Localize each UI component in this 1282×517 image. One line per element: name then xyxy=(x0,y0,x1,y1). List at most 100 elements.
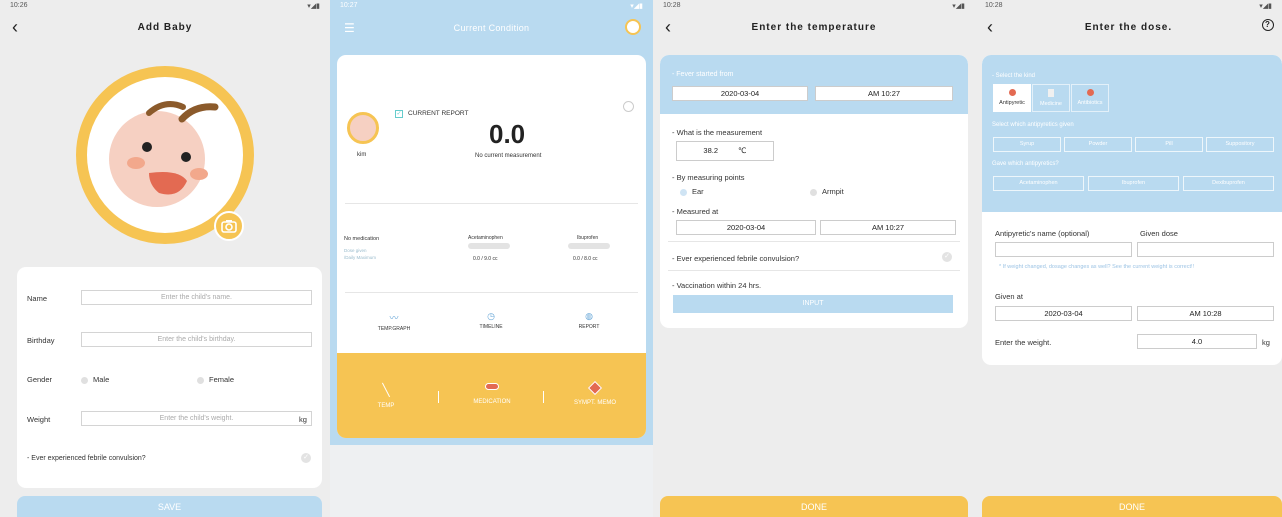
status-bar: 10:28 ▾◢▮ xyxy=(653,0,975,13)
baby-name: kim xyxy=(357,152,367,158)
kind-antipyretic-label: Antipyretic xyxy=(999,100,1025,106)
temperature-input[interactable]: 38.2 ℃ xyxy=(676,141,774,161)
page-title: Enter the temperature xyxy=(751,22,877,33)
given-dose-input[interactable] xyxy=(1137,242,1274,257)
form-powder-button[interactable]: Powder xyxy=(1064,137,1132,152)
antibiotics-icon xyxy=(1086,89,1094,96)
action-divider xyxy=(438,391,439,403)
dose-screen: 10:28 ▾◢▮ ‹ Enter the dose. ? - Select t… xyxy=(975,0,1282,517)
back-arrow-icon[interactable]: ‹ xyxy=(987,17,994,38)
kind-antibiotics-button[interactable]: Antibiotics xyxy=(1071,84,1109,112)
condition-card: kim ✓ CURRENT REPORT 0.0 No current meas… xyxy=(337,55,646,438)
status-time: 10:26 xyxy=(10,2,28,9)
point-ear-option[interactable]: Ear xyxy=(680,187,704,196)
action-temp[interactable]: ╲ TEMP xyxy=(361,383,411,409)
drug-acetaminophen-button[interactable]: Acetaminophen xyxy=(993,176,1084,191)
temperature-screen: 10:28 ▾◢▮ ‹ Enter the temperature - Feve… xyxy=(653,0,975,517)
kind-medicine-button[interactable]: Medicine xyxy=(1032,84,1070,112)
kind-antipyretic-button[interactable]: Antipyretic xyxy=(993,84,1031,112)
nav-report-label: REPORT xyxy=(578,324,600,330)
fever-started-label: - Fever started from xyxy=(672,71,734,78)
save-button[interactable]: SAVE xyxy=(17,496,322,517)
measurement-label: - What is the measurement xyxy=(672,128,763,137)
name-input[interactable]: Enter the child's name. xyxy=(81,290,312,305)
kind-antibiotics-label: Antibiotics xyxy=(1077,100,1103,106)
given-time-field[interactable]: AM 10:28 xyxy=(1137,306,1274,321)
done-button[interactable]: DONE xyxy=(660,496,968,517)
temperature-unit: ℃ xyxy=(738,146,747,155)
radio-icon xyxy=(81,376,88,384)
camera-button[interactable] xyxy=(214,211,244,241)
gender-female-option[interactable]: Female xyxy=(197,375,234,384)
radio-icon xyxy=(197,376,204,384)
fever-date-field[interactable]: 2020-03-04 xyxy=(672,86,808,101)
status-icons: ▾◢▮ xyxy=(952,3,965,10)
help-icon[interactable]: ? xyxy=(1262,19,1274,31)
baby-mini-avatar[interactable] xyxy=(347,112,379,144)
info-icon[interactable] xyxy=(623,101,634,112)
header: ‹ Enter the temperature xyxy=(653,13,975,42)
nav-timeline-label: TIMELINE xyxy=(479,324,503,330)
back-arrow-icon[interactable]: ‹ xyxy=(12,17,19,38)
header: ‹ Enter the dose. ? xyxy=(975,13,1282,42)
add-baby-screen: 10:26 ▾◢▮ ‹ Add Baby Name Enter the chil… xyxy=(0,0,330,517)
status-bar: 10:27 ▾◢▮ xyxy=(330,0,653,13)
temperature-value: 38.2 xyxy=(703,146,719,155)
divider xyxy=(668,241,960,242)
birthday-input[interactable]: Enter the child's birthday. xyxy=(81,332,312,347)
med-acetaminophen-dose: 0.0 / 9.0 cc xyxy=(473,256,498,262)
radio-icon xyxy=(810,188,817,196)
current-condition-screen: 10:27 ▾◢▮ ☰ Current Condition kim ✓ CURR… xyxy=(330,0,653,517)
form-pill-button[interactable]: Pill xyxy=(1135,137,1203,152)
weight-unit: kg xyxy=(299,415,307,424)
divider xyxy=(345,292,638,293)
convulsion-check-icon[interactable]: ✓ xyxy=(942,252,952,262)
gender-male-option[interactable]: Male xyxy=(81,375,109,384)
which-given-label: Select which antipyretics given xyxy=(992,122,1074,128)
med-ibuprofen-bar xyxy=(568,243,610,249)
birthday-label: Birthday xyxy=(27,336,55,345)
page-title: Current Condition xyxy=(453,22,530,33)
action-temp-label: TEMP xyxy=(377,403,395,409)
action-symptom-memo[interactable]: SYMPT. MEMO xyxy=(565,380,625,406)
status-time: 10:27 xyxy=(340,2,358,9)
action-medication[interactable]: MEDICATION xyxy=(462,383,522,405)
page-title: Enter the dose. xyxy=(1084,22,1173,33)
weight-label: Weight xyxy=(27,415,51,424)
kind-medicine-label: Medicine xyxy=(1039,101,1062,107)
measured-date-field[interactable]: 2020-03-04 xyxy=(676,220,816,235)
nav-temp-graph-label: TEMP.GRAPH xyxy=(377,326,411,332)
point-armpit-option[interactable]: Armpit xyxy=(810,187,844,196)
drug-dexibuprofen-button[interactable]: Dexibuprofen xyxy=(1183,176,1274,191)
back-arrow-icon[interactable]: ‹ xyxy=(665,17,672,38)
menu-icon[interactable]: ☰ xyxy=(344,21,355,35)
header: ☰ Current Condition xyxy=(330,13,653,42)
select-kind-label: - Select the kind xyxy=(992,73,1036,79)
nav-timeline[interactable]: ◷ TIMELINE xyxy=(467,311,515,330)
drug-ibuprofen-button[interactable]: Ibuprofen xyxy=(1088,176,1179,191)
input-button[interactable]: INPUT xyxy=(673,295,953,313)
measured-time-field[interactable]: AM 10:27 xyxy=(820,220,956,235)
measured-at-label: - Measured at xyxy=(672,207,719,216)
dose-card: - Select the kind Antipyretic Medicine A… xyxy=(982,55,1282,365)
given-dose-label: Given dose xyxy=(1140,229,1178,238)
convulsion-check-icon[interactable]: ✓ xyxy=(301,453,311,463)
header: ‹ Add Baby xyxy=(0,13,330,42)
nav-report[interactable]: ◍ REPORT xyxy=(565,311,613,330)
weight-input[interactable]: 4.0 xyxy=(1137,334,1257,349)
profile-avatar-icon[interactable] xyxy=(625,19,641,35)
done-button[interactable]: DONE xyxy=(982,496,1282,517)
form-suppository-button[interactable]: Suppository xyxy=(1206,137,1274,152)
antipyretic-name-input[interactable] xyxy=(995,242,1132,257)
status-icons: ▾◢▮ xyxy=(307,3,320,10)
memo-icon xyxy=(587,380,603,396)
weight-input[interactable]: Enter the child's weight. xyxy=(81,411,312,426)
armpit-label: Armpit xyxy=(822,187,844,196)
current-report-label: CURRENT REPORT xyxy=(408,110,469,117)
temperature-card: - Fever started from 2020-03-04 AM 10:27… xyxy=(660,55,968,328)
fever-time-field[interactable]: AM 10:27 xyxy=(815,86,953,101)
given-date-field[interactable]: 2020-03-04 xyxy=(995,306,1132,321)
ear-label: Ear xyxy=(692,187,704,196)
nav-temp-graph[interactable]: 〰 TEMP.GRAPH xyxy=(370,311,418,332)
form-syrup-button[interactable]: Syrup xyxy=(993,137,1061,152)
